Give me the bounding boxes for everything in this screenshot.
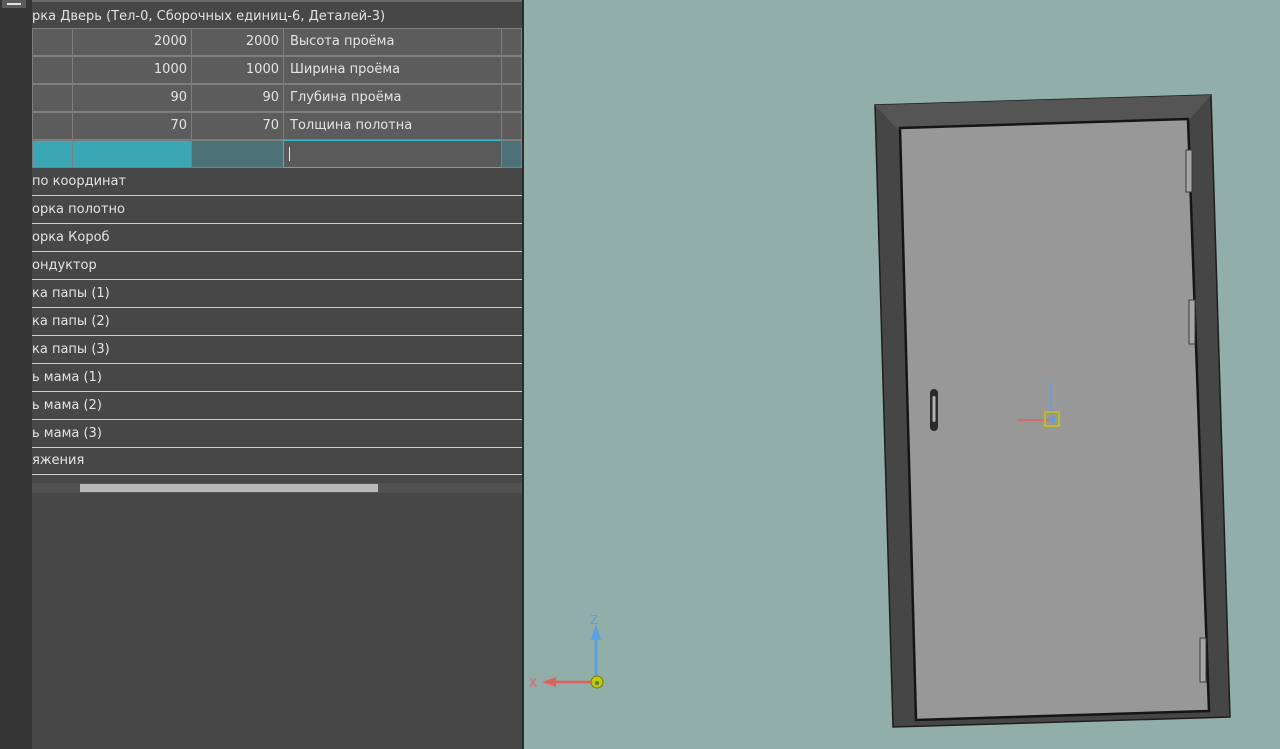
tree-item[interactable]: ка папы (1) [32, 280, 522, 308]
parameter-value[interactable]: 2000 [72, 28, 192, 56]
collapse-tab[interactable] [2, 0, 26, 8]
door-model[interactable] [874, 94, 1231, 728]
axis-triad: Z X [529, 613, 604, 690]
parameter-row-depth[interactable]: 90 90 Глубина проёма [32, 84, 522, 112]
horizontal-scrollbar[interactable] [32, 483, 522, 493]
hinge-top [1185, 149, 1193, 193]
axis-z-label: Z [590, 613, 598, 627]
tree-item[interactable]: по координат [32, 168, 522, 196]
hinge-bottom [1199, 637, 1207, 683]
model-tree-panel: рка Дверь (Тел-0, Сборочных единиц-6, Де… [32, 0, 522, 749]
tree-item[interactable]: яжения [32, 447, 522, 475]
parameter-value[interactable]: 70 [191, 112, 284, 140]
assembly-title: рка Дверь (Тел-0, Сборочных единиц-6, Де… [32, 0, 522, 28]
parameter-value[interactable]: 1000 [191, 56, 284, 84]
parameter-name[interactable]: Ширина проёма [283, 56, 502, 84]
tree-item[interactable]: ь мама (3) [32, 420, 522, 448]
parameter-value[interactable]: 70 [72, 112, 192, 140]
tree-item[interactable]: орка полотно [32, 196, 522, 224]
parameter-value[interactable]: 1000 [72, 56, 192, 84]
parameter-name[interactable]: Высота проёма [283, 28, 502, 56]
parameter-row-width[interactable]: 1000 1000 Ширина проёма [32, 56, 522, 84]
parameter-row-new[interactable] [32, 140, 522, 168]
parameter-value[interactable]: 90 [72, 84, 192, 112]
tree-item[interactable]: ка папы (3) [32, 336, 522, 364]
parameter-value-input[interactable] [191, 140, 284, 168]
tree-item[interactable]: ь мама (2) [32, 392, 522, 420]
parameter-name[interactable]: Глубина проёма [283, 84, 502, 112]
parameter-name[interactable]: Толщина полотна [283, 112, 502, 140]
parameter-row-height[interactable]: 2000 2000 Высота проёма [32, 28, 522, 56]
left-toolbar [0, 0, 32, 749]
parameter-name-input[interactable] [283, 140, 502, 168]
door-handle-plate [932, 396, 936, 422]
hinge-middle [1188, 299, 1196, 345]
parameter-value[interactable]: 2000 [191, 28, 284, 56]
parameter-row-thickness[interactable]: 70 70 Толщина полотна [32, 112, 522, 140]
tree-item[interactable]: ь мама (1) [32, 364, 522, 392]
axis-x-label: X [529, 676, 537, 690]
tree-item[interactable]: орка Короб [32, 224, 522, 252]
tree-item[interactable]: ондуктор [32, 252, 522, 280]
3d-viewport[interactable]: Z X [524, 0, 1280, 749]
text-caret [289, 147, 290, 161]
parameter-value-input[interactable] [72, 140, 192, 168]
scrollbar-thumb[interactable] [80, 484, 378, 492]
tree-item[interactable]: ка папы (2) [32, 308, 522, 336]
parameter-value[interactable]: 90 [191, 84, 284, 112]
